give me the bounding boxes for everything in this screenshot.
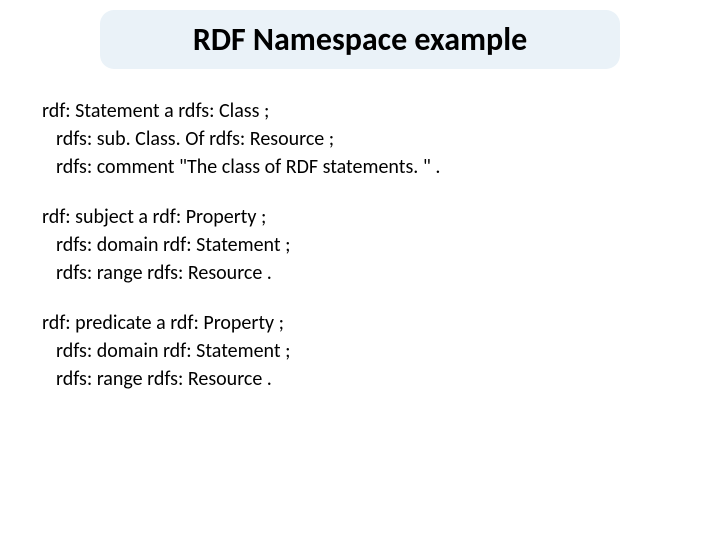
page-title: RDF Namespace example <box>130 20 590 59</box>
code-block: rdf: subject a rdf: Property ; rdfs: dom… <box>42 203 680 287</box>
code-line: rdfs: comment "The class of RDF statemen… <box>42 153 680 181</box>
content-body: rdf: Statement a rdfs: Class ; rdfs: sub… <box>40 97 680 393</box>
code-line: rdfs: sub. Class. Of rdfs: Resource ; <box>42 125 680 153</box>
code-line: rdfs: range rdfs: Resource . <box>42 365 680 393</box>
code-line: rdfs: domain rdf: Statement ; <box>42 337 680 365</box>
code-line: rdfs: domain rdf: Statement ; <box>42 231 680 259</box>
code-line: rdf: predicate a rdf: Property ; <box>42 309 680 337</box>
title-container: RDF Namespace example <box>100 10 620 69</box>
code-block: rdf: predicate a rdf: Property ; rdfs: d… <box>42 309 680 393</box>
code-block: rdf: Statement a rdfs: Class ; rdfs: sub… <box>42 97 680 181</box>
code-line: rdfs: range rdfs: Resource . <box>42 259 680 287</box>
code-line: rdf: subject a rdf: Property ; <box>42 203 680 231</box>
code-line: rdf: Statement a rdfs: Class ; <box>42 97 680 125</box>
